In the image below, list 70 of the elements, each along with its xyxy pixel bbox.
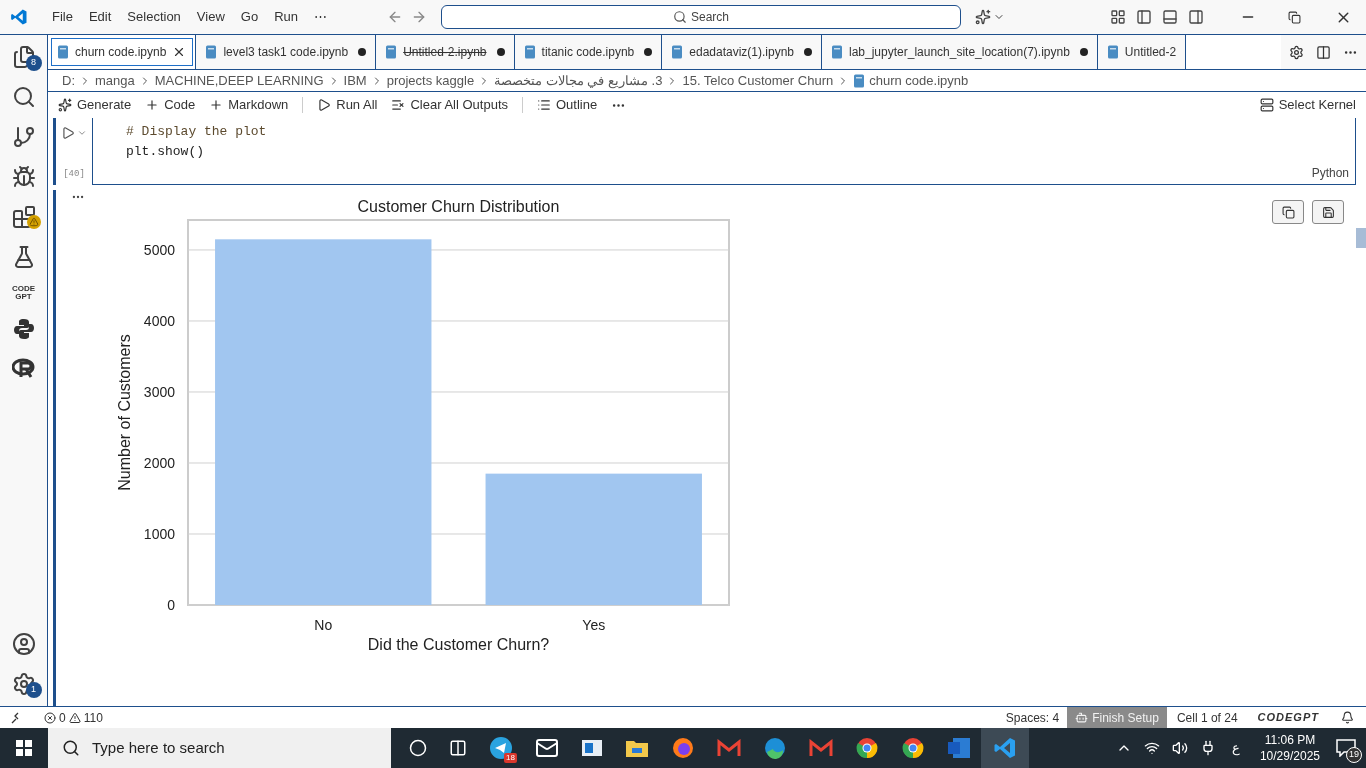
- x-tick-label: Yes: [582, 617, 606, 633]
- tab-label: titanic code.ipynb: [541, 44, 635, 61]
- search-field[interactable]: Search: [441, 5, 961, 29]
- menu-item[interactable]: File: [44, 7, 81, 27]
- editor-tab[interactable]: Untitled-2: [1097, 35, 1187, 69]
- editor-tab[interactable]: titanic code.ipynb: [514, 35, 663, 69]
- editor-tab[interactable]: level3 task1 code.ipynb: [196, 35, 377, 69]
- toolbar-button[interactable]: Markdown: [209, 95, 289, 115]
- menu-item[interactable]: Run: [266, 7, 306, 27]
- notification-badge: 1: [25, 682, 42, 698]
- date-text: 10/29/2025: [1259, 748, 1320, 764]
- status-item[interactable]: Cell 1 of 24: [1166, 708, 1248, 727]
- breadcrumb-item[interactable]: churn code.ipynb: [869, 70, 969, 91]
- y-tick-label: 2000: [143, 455, 175, 471]
- toolbar-button[interactable]: Outline: [537, 95, 598, 115]
- toolbar-button[interactable]: Run All: [317, 95, 378, 115]
- toolbar-button[interactable]: Clear All Outputs: [391, 95, 508, 115]
- tab-label: level3 task1 code.ipynb: [223, 44, 349, 61]
- y-axis-label: Number of Customers: [116, 334, 133, 491]
- menu-item[interactable]: Selection: [119, 7, 189, 27]
- menu-item[interactable]: ⋯: [306, 7, 335, 27]
- editor-tab[interactable]: Untitled-2.ipynb: [376, 35, 515, 69]
- tab-label: Untitled-2.ipynb: [403, 44, 487, 61]
- breadcrumb-item[interactable]: MACHINE,DEEP LEARNING: [154, 70, 324, 91]
- warning-count: 110: [83, 709, 103, 727]
- breadcrumb-item[interactable]: 15. Telco Customer Churn: [682, 70, 834, 91]
- time-text: 11:06 PM: [1264, 732, 1316, 748]
- x-tick-label: No: [314, 617, 333, 633]
- breadcrumb-item[interactable]: 3. مشاريع في مجالات متخصصة: [494, 70, 663, 91]
- y-tick-label: 0: [167, 597, 175, 613]
- breadcrumb-item[interactable]: IBM: [343, 70, 367, 91]
- breadcrumb-item[interactable]: D:: [62, 70, 75, 91]
- search-placeholder: Search: [691, 9, 729, 26]
- y-tick-label: 1000: [143, 526, 175, 542]
- toolbar-button[interactable]: Generate: [58, 95, 132, 115]
- breadcrumb-item[interactable]: projects kaggle: [386, 70, 475, 91]
- editor-tab[interactable]: churn code.ipynb: [48, 35, 197, 69]
- execution-count: [40]: [63, 167, 85, 181]
- language-label[interactable]: Python: [1311, 164, 1349, 182]
- menu-item[interactable]: Go: [232, 7, 267, 27]
- tab-label: edadataviz(1).ipynb: [689, 44, 794, 61]
- search-placeholder: Type here to search: [92, 737, 225, 758]
- notification-badge: 8: [25, 55, 42, 71]
- y-tick-label: 4000: [143, 312, 175, 329]
- status-brand[interactable]: CODEGPT: [1247, 709, 1329, 726]
- breadcrumb-item[interactable]: manga: [95, 70, 135, 91]
- menu-item[interactable]: Edit: [80, 7, 120, 27]
- editor-tab[interactable]: lab_jupyter_launch_site_location(7).ipynb: [822, 35, 1098, 69]
- input-language[interactable]: ع: [1227, 738, 1244, 758]
- taskbar-search-field[interactable]: Type here to search: [48, 728, 391, 768]
- code-line: # Display the plot: [126, 123, 268, 141]
- y-tick-label: 5000: [143, 241, 175, 258]
- tab-label: churn code.ipynb: [75, 44, 167, 61]
- notification-badge: 19: [1346, 747, 1362, 763]
- error-count: 0: [59, 709, 66, 727]
- toolbar-button[interactable]: Code: [145, 95, 196, 115]
- clock[interactable]: 11:06 PM 10/29/2025: [1255, 732, 1324, 764]
- codegpt-logo[interactable]: CODE GPT: [11, 285, 36, 301]
- x-axis-label: Did the Customer Churn?: [367, 636, 550, 653]
- status-item[interactable]: Spaces: 4: [997, 708, 1068, 727]
- menu-item[interactable]: View: [188, 7, 233, 27]
- select-kernel-button[interactable]: Select Kernel: [1259, 95, 1356, 115]
- tab-label: lab_jupyter_launch_site_location(7).ipynb: [849, 44, 1070, 61]
- y-tick-label: 3000: [143, 384, 175, 400]
- editor-tab[interactable]: edadataviz(1).ipynb: [662, 35, 822, 69]
- chart-title: Customer Churn Distribution: [357, 198, 560, 215]
- code-line: plt.show(): [126, 143, 205, 161]
- notification-badge: 18: [504, 753, 517, 763]
- tab-label: Untitled-2: [1124, 44, 1177, 61]
- problems-indicator[interactable]: 0 110: [44, 708, 103, 727]
